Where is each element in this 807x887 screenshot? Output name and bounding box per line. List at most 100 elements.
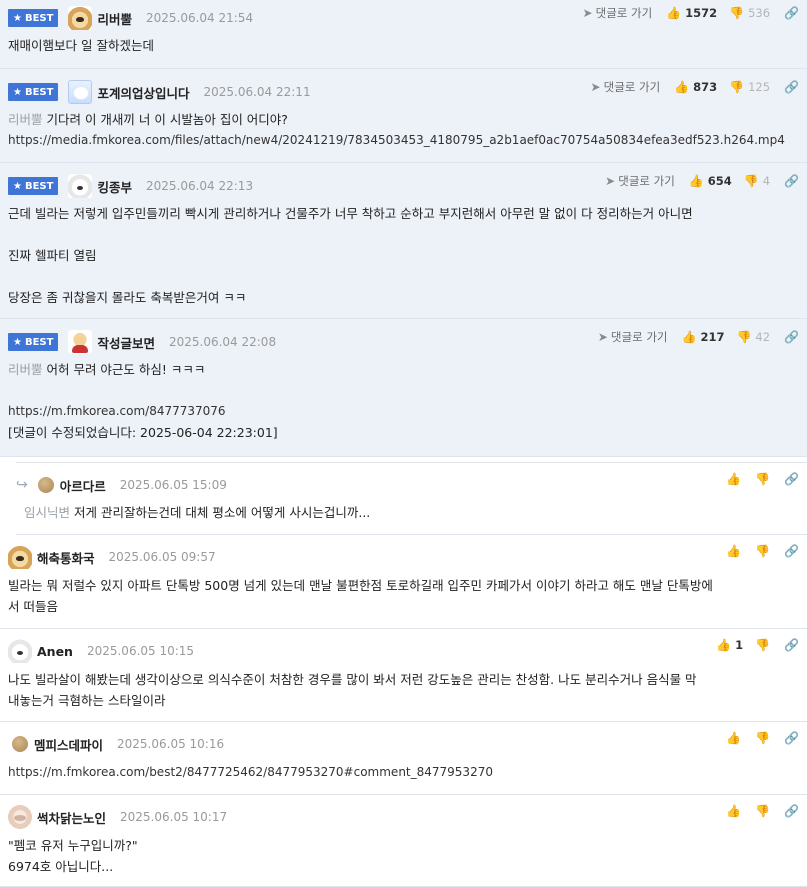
mention-link[interactable]: 리버뿔 <box>8 112 43 127</box>
upvote-button[interactable]: 👍 654 <box>689 174 732 188</box>
link-icon[interactable]: 🔗 <box>784 80 799 94</box>
avatar[interactable] <box>68 80 93 104</box>
avatar[interactable] <box>37 477 54 493</box>
best-badge: ★ BEST <box>8 83 59 101</box>
thumbs-down-icon: 👎 <box>736 330 752 344</box>
thumbs-down-icon: 👎 <box>755 804 771 818</box>
downvote-button[interactable]: 👎 125 <box>729 80 770 94</box>
upvote-button[interactable]: 👍 873 <box>674 80 717 94</box>
comment-item: ★ BEST 리버뿔 2025.06.04 21:54 ➤ 댓글로 가기 👍 1572… <box>0 0 807 69</box>
comment-item: Anen 2025.06.05 10:15 👍 1 👎 🔗 나도 빌라살이 해봤는… <box>0 629 807 722</box>
comment-body: 빌라는 뭐 저럴수 있지 아파트 단톡방 500명 넘게 있는데 맨날 불편한점… <box>8 578 713 614</box>
downvote-button[interactable]: 👎 4 <box>744 174 770 188</box>
comment-item: 해축통화국 2025.06.05 09:57 👍 👎 🔗 빌라는 뭐 저럴수 있… <box>0 535 807 629</box>
link-icon[interactable]: 🔗 <box>784 544 799 558</box>
comment-body: "펨코 유저 누구입니까?" 6974호 아닙니다... <box>8 838 138 874</box>
thumbs-down-icon: 👎 <box>743 174 759 188</box>
author-nickname[interactable]: 멤피스데파이 <box>34 735 103 754</box>
star-icon: ★ <box>13 86 22 98</box>
star-icon: ★ <box>13 336 22 348</box>
downvote-button[interactable]: 👎 <box>755 544 770 558</box>
comment-tools: 👍 👎 🔗 <box>726 472 799 486</box>
link-icon[interactable]: 🔗 <box>784 731 799 745</box>
comment-tools: ➤ 댓글로 가기 👍 654 👎 4 🔗 <box>605 173 799 189</box>
author-nickname[interactable]: 썩차닭는노인 <box>37 808 106 827</box>
goto-comment-link[interactable]: ➤ 댓글로 가기 <box>605 173 675 189</box>
upvote-button[interactable]: 👍 <box>726 731 741 745</box>
url-link[interactable]: https://m.fmkorea.com/8477737076 <box>8 401 807 422</box>
thumbs-down-icon: 👎 <box>755 544 771 558</box>
author-nickname[interactable]: Anen <box>37 644 73 659</box>
goto-comment-link[interactable]: ➤ 댓글로 가기 <box>583 5 653 21</box>
avatar[interactable] <box>68 6 93 30</box>
link-icon[interactable]: 🔗 <box>784 6 799 20</box>
avatar[interactable] <box>8 805 32 829</box>
link-icon[interactable]: 🔗 <box>784 174 799 188</box>
upvote-button[interactable]: 👍 <box>726 804 741 818</box>
reply-arrow-icon: ↪ <box>16 477 28 493</box>
send-arrow-icon: ➤ <box>590 80 601 94</box>
comment-body: 나도 빌라살이 해봤는데 생각이상으로 의식수준이 처참한 경우를 많이 봐서 … <box>8 672 697 708</box>
comment-body: 재매이햄보다 일 잘하겠는데 <box>8 38 154 53</box>
url-link[interactable]: https://media.fmkorea.com/files/attach/n… <box>8 130 807 151</box>
avatar[interactable] <box>8 639 32 663</box>
avatar[interactable] <box>68 330 93 354</box>
mention-link[interactable]: 임시닉변 <box>24 505 70 520</box>
downvote-button[interactable]: 👎 <box>755 472 770 486</box>
author-nickname[interactable]: 리버뿔 <box>97 9 132 28</box>
thumbs-down-icon: 👎 <box>729 6 745 20</box>
author-nickname[interactable]: 킹종부 <box>97 177 132 196</box>
author-nickname[interactable]: 작성글보면 <box>97 333 155 352</box>
thumbs-up-icon: 👍 <box>666 6 682 20</box>
downvote-button[interactable]: 👎 536 <box>729 6 770 20</box>
thumbs-up-icon: 👍 <box>726 731 742 745</box>
comment-item: ↪ 아르다르 2025.06.05 15:09 👍 👎 🔗 임시닉변 저게 관리… <box>16 463 807 535</box>
comment-tools: ➤ 댓글로 가기 👍 873 👎 125 🔗 <box>591 79 799 95</box>
comment-item: 썩차닭는노인 2025.06.05 10:17 👍 👎 🔗 "펨코 유저 누구입… <box>0 795 807 887</box>
goto-comment-link[interactable]: ➤ 댓글로 가기 <box>591 79 661 95</box>
downvote-button[interactable]: 👎 42 <box>736 330 770 344</box>
author-nickname[interactable]: 포계의업상입니다 <box>97 83 189 102</box>
upvote-button[interactable]: 👍 1572 <box>666 6 717 20</box>
thumbs-up-icon: 👍 <box>681 330 697 344</box>
avatar[interactable] <box>68 174 93 198</box>
goto-comment-link[interactable]: ➤ 댓글로 가기 <box>598 329 668 345</box>
avatar[interactable] <box>8 545 32 569</box>
upvote-button[interactable]: 👍 <box>726 544 741 558</box>
best-badge: ★ BEST <box>8 333 59 351</box>
comment-date: 2025.06.04 22:11 <box>203 85 311 99</box>
comment-body: 근데 빌라는 저렇게 입주민들끼리 빡시게 관리하거나 건물주가 너무 착하고 … <box>8 206 693 305</box>
link-icon[interactable]: 🔗 <box>784 804 799 818</box>
comment-tools: ➤ 댓글로 가기 👍 1572 👎 536 🔗 <box>583 5 799 21</box>
author-nickname[interactable]: 아르다르 <box>60 476 106 495</box>
link-icon[interactable]: 🔗 <box>784 330 799 344</box>
downvote-button[interactable]: 👎 <box>755 804 770 818</box>
avatar[interactable] <box>12 736 28 752</box>
link-icon[interactable]: 🔗 <box>784 638 799 652</box>
upvote-button[interactable]: 👍 1 <box>716 638 743 652</box>
author-nickname[interactable]: 해축통화국 <box>37 548 95 567</box>
comment-date: 2025.06.05 15:09 <box>119 478 227 492</box>
url-link[interactable]: https://m.fmkorea.com/best2/8477725462/8… <box>8 762 807 783</box>
downvote-button[interactable]: 👎 <box>755 731 770 745</box>
comment-date: 2025.06.04 22:13 <box>145 179 254 193</box>
link-icon[interactable]: 🔗 <box>784 472 799 486</box>
comment-item: 멤피스데파이 2025.06.05 10:16 👍 👎 🔗 https://m.… <box>0 722 807 795</box>
thumbs-up-icon: 👍 <box>726 804 742 818</box>
comment-date: 2025.06.05 10:17 <box>120 810 228 824</box>
thumbs-down-icon: 👎 <box>755 638 771 652</box>
best-badge: ★ BEST <box>8 9 59 27</box>
upvote-button[interactable]: 👍 217 <box>681 330 724 344</box>
upvote-button[interactable]: 👍 <box>726 472 741 486</box>
downvote-button[interactable]: 👎 <box>755 638 770 652</box>
thumbs-up-icon: 👍 <box>674 80 690 94</box>
comment-list: ★ BEST 리버뿔 2025.06.04 21:54 ➤ 댓글로 가기 👍 1572… <box>0 0 807 887</box>
thumbs-up-icon: 👍 <box>726 472 742 486</box>
comment-tools: 👍 👎 🔗 <box>726 804 799 818</box>
comment-body: 리버뿔 어허 무려 야근도 하심! ㅋㅋㅋ https://m.fmkorea.c… <box>0 359 807 443</box>
comment-item: ★ BEST 킹종부 2025.06.04 22:13 ➤ 댓글로 가기 👍 654 … <box>0 163 807 319</box>
comment-date: 2025.06.05 10:15 <box>86 644 195 658</box>
thumbs-up-icon: 👍 <box>688 174 704 188</box>
star-icon: ★ <box>13 180 22 192</box>
mention-link[interactable]: 리버뿔 <box>8 362 43 377</box>
